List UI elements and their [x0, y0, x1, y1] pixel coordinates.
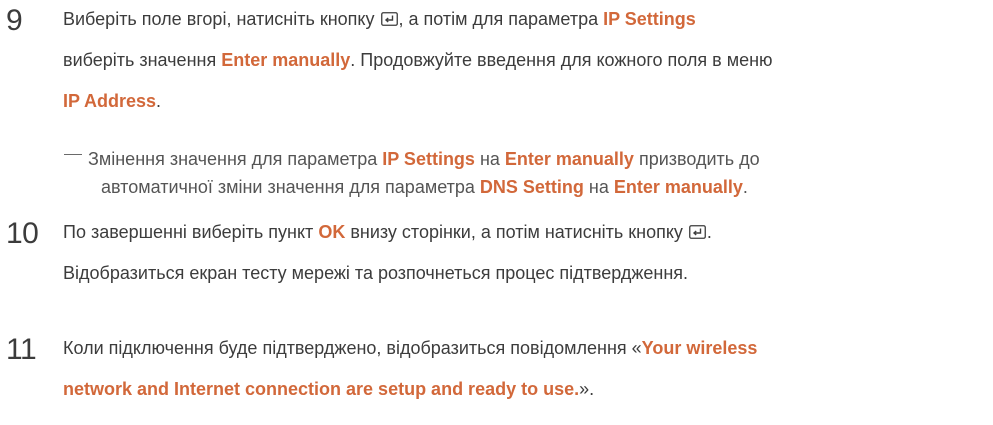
note-line-1: Змінення значення для параметра IP Setti… — [88, 148, 760, 170]
enter-manually-highlight: Enter manually — [504, 149, 634, 169]
step-9-text: , а потім для параметра — [398, 9, 604, 29]
step-9-line-1: Виберіть поле вгорі, натисніть кнопку , … — [63, 8, 696, 30]
step-10-line-1: По завершенні виберіть пункт OK внизу ст… — [63, 221, 712, 243]
step-11-line-2: network and Internet connection are setu… — [63, 378, 594, 400]
note-text: на — [474, 149, 505, 169]
note-line-2: автоматичної зміни значення для параметр… — [101, 176, 748, 198]
step-10-text: По завершенні виберіть пункт — [63, 222, 319, 242]
step-10-line-2: Відобразиться екран тесту мережі та розп… — [63, 262, 688, 284]
enter-manually-highlight: Enter manually — [221, 50, 351, 70]
step-11-number: 11 — [6, 333, 37, 366]
enter-manually-highlight: Enter manually — [613, 177, 743, 197]
step-9-number: 9 — [6, 4, 23, 37]
note-text: . — [742, 177, 748, 197]
step-10-text: Відобразиться екран тесту мережі та розп… — [63, 263, 689, 283]
step-9-line-3: IP Address. — [63, 90, 161, 112]
step-11-text: Коли підключення буде підтверджено, відо… — [63, 338, 642, 358]
ip-settings-highlight: IP Settings — [603, 9, 696, 29]
note-text: автоматичної зміни значення для параметр… — [101, 177, 480, 197]
enter-key-icon — [380, 12, 398, 26]
step-10-text: . — [706, 222, 712, 242]
step-9-text: Виберіть поле вгорі, натисніть кнопку — [63, 9, 380, 29]
ip-settings-highlight: IP Settings — [382, 149, 475, 169]
ip-address-highlight: IP Address — [63, 91, 157, 111]
dns-setting-highlight: DNS Setting — [479, 177, 584, 197]
message-highlight: network and Internet connection are setu… — [63, 379, 580, 399]
step-9-text: . — [156, 91, 162, 111]
step-10-text: внизу сторінки, а потім натисніть кнопку — [345, 222, 688, 242]
step-11-line-1: Коли підключення буде підтверджено, відо… — [63, 337, 757, 359]
step-11-text: ». — [579, 379, 595, 399]
step-10-number: 10 — [6, 217, 39, 250]
step-9-line-2: виберіть значення Enter manually. Продов… — [63, 49, 773, 71]
note-dash — [64, 154, 82, 155]
note-text: на — [583, 177, 614, 197]
enter-key-icon — [689, 225, 706, 239]
step-9-text: . Продовжуйте введення для кожного поля … — [350, 50, 773, 70]
step-9-text: виберіть значення — [63, 50, 222, 70]
message-highlight: Your wireless — [641, 338, 758, 358]
ok-highlight: OK — [318, 222, 346, 242]
note-text: призводить до — [633, 149, 760, 169]
note-text: Змінення значення для параметра — [88, 149, 383, 169]
